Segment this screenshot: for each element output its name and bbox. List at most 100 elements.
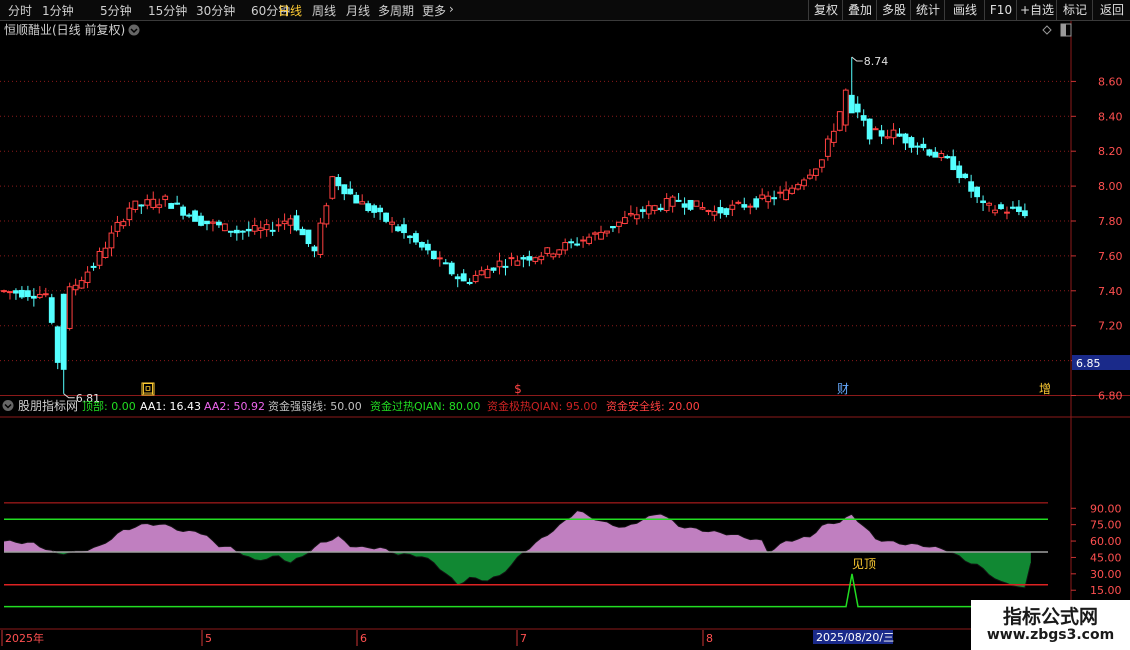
candle-body	[663, 198, 670, 211]
candle-body	[651, 205, 658, 211]
toolbar-button-2[interactable]: 多股	[876, 0, 911, 20]
period-tab-3[interactable]: 15分钟	[148, 2, 187, 19]
candle-body	[789, 187, 795, 194]
candle-body	[902, 133, 909, 144]
candle-body	[753, 198, 760, 208]
candle-body	[777, 191, 784, 194]
toolbar-button-7[interactable]: 标记	[1056, 0, 1093, 20]
price-axis-label: 8.00	[1098, 180, 1123, 193]
candle-body	[884, 136, 891, 139]
period-tab-9[interactable]: 多周期	[378, 2, 414, 19]
candle-body	[848, 94, 855, 114]
period-tab-1[interactable]: 1分钟	[42, 2, 74, 19]
candle-body	[150, 198, 157, 208]
candle-body	[783, 189, 789, 201]
candle-body	[926, 149, 933, 156]
candle-body	[490, 267, 497, 271]
date-label-0: 2025年	[5, 631, 44, 645]
candle-body	[227, 230, 234, 233]
candle-body	[580, 239, 586, 242]
event-marker-1[interactable]: $	[514, 382, 522, 396]
candle-body	[365, 203, 372, 212]
period-tab-7[interactable]: 周线	[312, 2, 336, 19]
date-label-1: 5	[205, 632, 212, 645]
indicator-menu-icon[interactable]	[2, 400, 14, 411]
candle-body	[120, 221, 127, 227]
date-label-2: 6	[360, 632, 367, 645]
date-label-4: 8	[706, 632, 713, 645]
candle-body	[598, 231, 604, 240]
candle-body	[36, 293, 43, 298]
candle-body	[419, 242, 425, 248]
candle-body	[460, 273, 467, 282]
candle-body	[956, 165, 963, 179]
date-cursor-label: 2025/08/20/三	[816, 631, 894, 644]
toolbar-button-0[interactable]: 复权	[808, 0, 843, 20]
candle-body	[180, 206, 186, 216]
candle-body	[872, 128, 879, 131]
period-tab-4[interactable]: 30分钟	[196, 2, 235, 19]
candle-body	[735, 201, 742, 204]
candle-body	[1010, 206, 1016, 209]
candle-body	[747, 205, 754, 208]
period-tab-8[interactable]: 月线	[346, 2, 370, 19]
candle-body	[538, 255, 545, 261]
candle-body	[401, 224, 407, 234]
candle-body	[723, 208, 730, 215]
chevron-right-icon[interactable]: ›	[449, 2, 454, 16]
event-marker-0[interactable]: 回	[142, 382, 154, 396]
candle-body	[842, 89, 849, 126]
candle-body	[980, 200, 986, 204]
candle-body	[645, 205, 652, 215]
candle-body	[616, 221, 622, 227]
candle-body	[950, 156, 957, 171]
period-tab-6[interactable]: 日线	[278, 2, 302, 19]
candle-body	[866, 118, 873, 140]
date-label-3: 7	[520, 632, 527, 645]
candle-body	[395, 226, 401, 232]
current-price-label: 6.85	[1076, 357, 1101, 370]
period-tab-2[interactable]: 5分钟	[100, 2, 132, 19]
period-tab-10[interactable]: 更多	[422, 2, 446, 19]
candle-body	[574, 243, 581, 246]
candle-body	[771, 197, 778, 200]
candle-body	[556, 249, 563, 255]
candle-body	[186, 214, 192, 217]
toolbar-button-3[interactable]: 统计	[910, 0, 945, 20]
period-tab-0[interactable]: 分时	[8, 2, 32, 19]
candle-body	[830, 130, 837, 143]
candle-body	[514, 260, 521, 266]
indicator-field-3: 资金强弱线: 50.00	[268, 399, 362, 413]
candle-body	[639, 209, 646, 212]
candle-body	[126, 207, 133, 221]
toolbar-button-4[interactable]: 画线	[944, 0, 985, 20]
toolbar-button-1[interactable]: 叠加	[842, 0, 877, 20]
price-axis-label: 7.20	[1098, 320, 1123, 333]
candle-body	[860, 115, 867, 121]
candle-body	[508, 257, 515, 260]
diamond-icon[interactable]	[1042, 25, 1052, 35]
candle-body	[299, 228, 306, 236]
indicator-field-6: 资金安全线: 20.00	[606, 399, 700, 413]
toolbar-button-6[interactable]: +自选	[1016, 0, 1057, 20]
chevron-down-circle-icon[interactable]	[128, 24, 140, 36]
candle-body	[693, 200, 700, 207]
candle-body	[210, 221, 216, 224]
candle-body	[317, 222, 324, 255]
toolbar-button-5[interactable]: F10	[984, 0, 1017, 20]
candle-body	[496, 260, 503, 268]
candle-body	[759, 194, 766, 199]
event-marker-3[interactable]: 增	[1039, 382, 1051, 396]
candle-body	[407, 235, 413, 239]
candle-body	[216, 221, 222, 226]
candle-body	[986, 202, 992, 206]
candle-body	[562, 242, 569, 251]
candle-body	[908, 137, 915, 148]
signal-label: 见顶	[852, 557, 876, 571]
candle-body	[681, 203, 688, 208]
chart-title: 恒顺醋业(日线 前复权)	[4, 22, 125, 37]
toolbar-button-8[interactable]: 返回	[1092, 0, 1130, 20]
event-marker-2[interactable]: 财	[837, 382, 849, 396]
candle-body	[448, 262, 455, 275]
candle-body	[72, 284, 79, 291]
